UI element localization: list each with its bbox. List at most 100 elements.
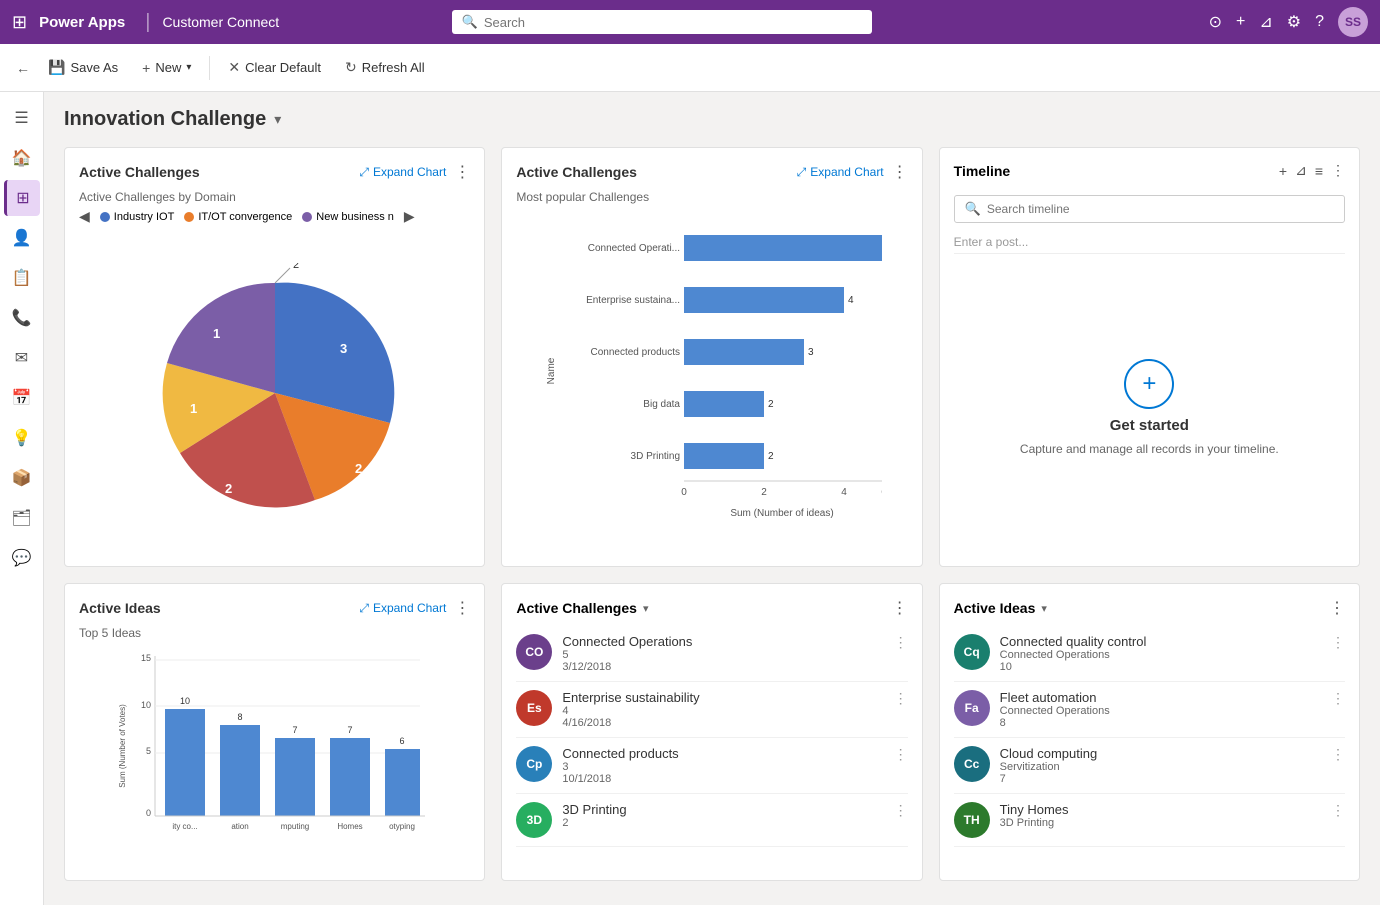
page-title-chevron-icon[interactable]: ▾	[274, 111, 281, 128]
svg-text:Sum (Number of Votes): Sum (Number of Votes)	[118, 704, 127, 788]
list-item: CO Connected Operations 5 3/12/2018 ⋮	[516, 626, 907, 682]
clear-icon: ✕	[228, 59, 240, 76]
toolbar-separator	[209, 56, 210, 80]
ideas-expand-icon: ⤢	[359, 601, 369, 616]
expand-icon: ⤢	[359, 165, 369, 180]
ideas-chart-area: 15 10 5 0	[79, 646, 470, 866]
svg-text:15: 15	[141, 653, 151, 663]
timeline-get-started-title: Get started	[1110, 417, 1189, 434]
timeline-filter-button[interactable]: ⊿	[1295, 162, 1307, 179]
list-item: Fa Fleet automation Connected Operations…	[954, 682, 1345, 738]
app-title: Customer Connect	[162, 14, 279, 30]
sidebar-mail-icon[interactable]: ✉	[4, 340, 40, 376]
page-content: Innovation Challenge ▾ Active Challenges…	[44, 92, 1380, 905]
idea-more-cc[interactable]: ⋮	[1331, 746, 1345, 763]
sidebar-calendar-icon[interactable]: 📅	[4, 380, 40, 416]
challenges-list-more-button[interactable]: ⋮	[892, 598, 908, 618]
challenges-list-card: Active Challenges ▾ ⋮ CO Connected Opera…	[501, 583, 922, 881]
challenges-list-chevron-icon[interactable]: ▾	[643, 602, 649, 615]
sidebar-menu-icon[interactable]: ☰	[4, 100, 40, 136]
challenge-sub-3d: 2	[562, 817, 883, 829]
add-icon[interactable]: +	[1236, 13, 1245, 31]
clear-default-button[interactable]: ✕ Clear Default	[218, 54, 331, 81]
toolbar: ← 💾 Save As + New ▾ ✕ Clear Default ↻ Re…	[0, 44, 1380, 92]
challenge-more-co[interactable]: ⋮	[894, 634, 908, 651]
new-chevron-icon[interactable]: ▾	[186, 62, 191, 73]
pie-chart-title: Active Challenges	[79, 164, 200, 180]
pie-chart-more-button[interactable]: ⋮	[454, 162, 470, 182]
ideas-list-more-button[interactable]: ⋮	[1329, 598, 1345, 618]
list-item: Cq Connected quality control Connected O…	[954, 626, 1345, 682]
ideas-chart-more-button[interactable]: ⋮	[454, 598, 470, 618]
global-search-bar[interactable]: 🔍	[452, 10, 872, 34]
new-button[interactable]: + New ▾	[132, 55, 201, 81]
timeline-more-button[interactable]: ⋮	[1331, 162, 1345, 179]
refresh-icon: ↻	[345, 59, 357, 76]
idea-more-cq[interactable]: ⋮	[1331, 634, 1345, 651]
svg-text:otyping: otyping	[389, 822, 415, 831]
svg-text:Sum (Number of ideas): Sum (Number of ideas)	[730, 508, 833, 519]
timeline-add-circle[interactable]: +	[1124, 359, 1174, 409]
list-item: Es Enterprise sustainability 4 4/16/2018…	[516, 682, 907, 738]
timeline-add-button[interactable]: +	[1279, 163, 1287, 179]
challenge-avatar-es: Es	[516, 690, 552, 726]
timeline-post-placeholder[interactable]: Enter a post...	[954, 231, 1345, 254]
bar-chart-more-button[interactable]: ⋮	[892, 162, 908, 182]
challenges-title-group: Active Challenges ▾	[516, 600, 648, 616]
idea-more-th[interactable]: ⋮	[1331, 802, 1345, 819]
challenge-item-content-cp: Connected products 3 10/1/2018	[562, 746, 883, 785]
svg-text:2: 2	[225, 481, 232, 496]
nav-divider: |	[145, 11, 150, 34]
sidebar-home-icon[interactable]: 🏠	[4, 140, 40, 176]
pie-legend-prev-button[interactable]: ◀	[79, 208, 90, 225]
save-as-button[interactable]: 💾 Save As	[38, 54, 128, 81]
svg-text:5: 5	[146, 746, 151, 756]
refresh-all-button[interactable]: ↻ Refresh All	[335, 54, 435, 81]
app-grid-icon[interactable]: ⊞	[12, 12, 27, 33]
list-item: TH Tiny Homes 3D Printing ⋮	[954, 794, 1345, 847]
idea-more-fa[interactable]: ⋮	[1331, 690, 1345, 707]
main-container: ☰ 🏠 ⊞ 👤 📋 📞 ✉ 📅 💡 📦 🗂 💬 Innovation Chall…	[0, 92, 1380, 905]
challenge-more-3d[interactable]: ⋮	[894, 802, 908, 819]
timeline-search-input[interactable]	[987, 202, 1334, 216]
idea-sub-fa: Connected Operations 8	[1000, 705, 1321, 729]
sidebar-archive-icon[interactable]: 🗂	[4, 500, 40, 536]
timeline-icons: + ⊿ ≡ ⋮	[1279, 162, 1345, 179]
idea-item-content-cc: Cloud computing Servitization 7	[1000, 746, 1321, 785]
challenge-more-cp[interactable]: ⋮	[894, 746, 908, 763]
timeline-search-bar[interactable]: 🔍	[954, 195, 1345, 223]
global-search-input[interactable]	[484, 15, 862, 30]
pie-chart-card: Active Challenges ⤢ Expand Chart ⋮ Activ…	[64, 147, 485, 567]
sidebar-phone-icon[interactable]: 📞	[4, 300, 40, 336]
sidebar-grid-icon[interactable]: ⊞	[4, 180, 40, 216]
idea-title-cc: Cloud computing	[1000, 746, 1321, 761]
ideas-chart-expand-button[interactable]: ⤢ Expand Chart	[359, 601, 446, 616]
idea-avatar-fa: Fa	[954, 690, 990, 726]
timeline-list-button[interactable]: ≡	[1315, 163, 1323, 179]
pie-chart-expand-button[interactable]: ⤢ Expand Chart	[359, 165, 446, 180]
challenge-more-es[interactable]: ⋮	[894, 690, 908, 707]
sidebar-box-icon[interactable]: 📦	[4, 460, 40, 496]
sidebar-chat-icon[interactable]: 💬	[4, 540, 40, 576]
pie-legend-next-button[interactable]: ▶	[404, 208, 415, 225]
sidebar-bulb-icon[interactable]: 💡	[4, 420, 40, 456]
svg-text:0: 0	[146, 808, 151, 818]
idea-item-content-fa: Fleet automation Connected Operations 8	[1000, 690, 1321, 729]
filter-icon[interactable]: ⊿	[1259, 12, 1272, 32]
challenge-sub-co: 5 3/12/2018	[562, 649, 883, 673]
sidebar-list-icon[interactable]: 📋	[4, 260, 40, 296]
help-icon[interactable]: ?	[1315, 13, 1324, 31]
recent-icon[interactable]: ⊙	[1209, 12, 1222, 32]
bar-chart-expand-button[interactable]: ⤢ Expand Chart	[797, 165, 884, 180]
ideas-bar-chart-card: Active Ideas ⤢ Expand Chart ⋮ Top 5 Idea…	[64, 583, 485, 881]
list-item: Cc Cloud computing Servitization 7 ⋮	[954, 738, 1345, 794]
legend-item-itot: IT/OT convergence	[184, 211, 292, 223]
pie-legend: ◀ Industry IOT IT/OT convergence New bus…	[79, 208, 470, 225]
back-button[interactable]: ←	[16, 60, 30, 76]
svg-text:Name: Name	[546, 357, 557, 384]
ideas-list-chevron-icon[interactable]: ▾	[1041, 602, 1047, 615]
sidebar-person-icon[interactable]: 👤	[4, 220, 40, 256]
settings-icon[interactable]: ⚙	[1287, 12, 1301, 32]
user-avatar[interactable]: SS	[1338, 7, 1368, 37]
challenge-item-content-es: Enterprise sustainability 4 4/16/2018	[562, 690, 883, 729]
